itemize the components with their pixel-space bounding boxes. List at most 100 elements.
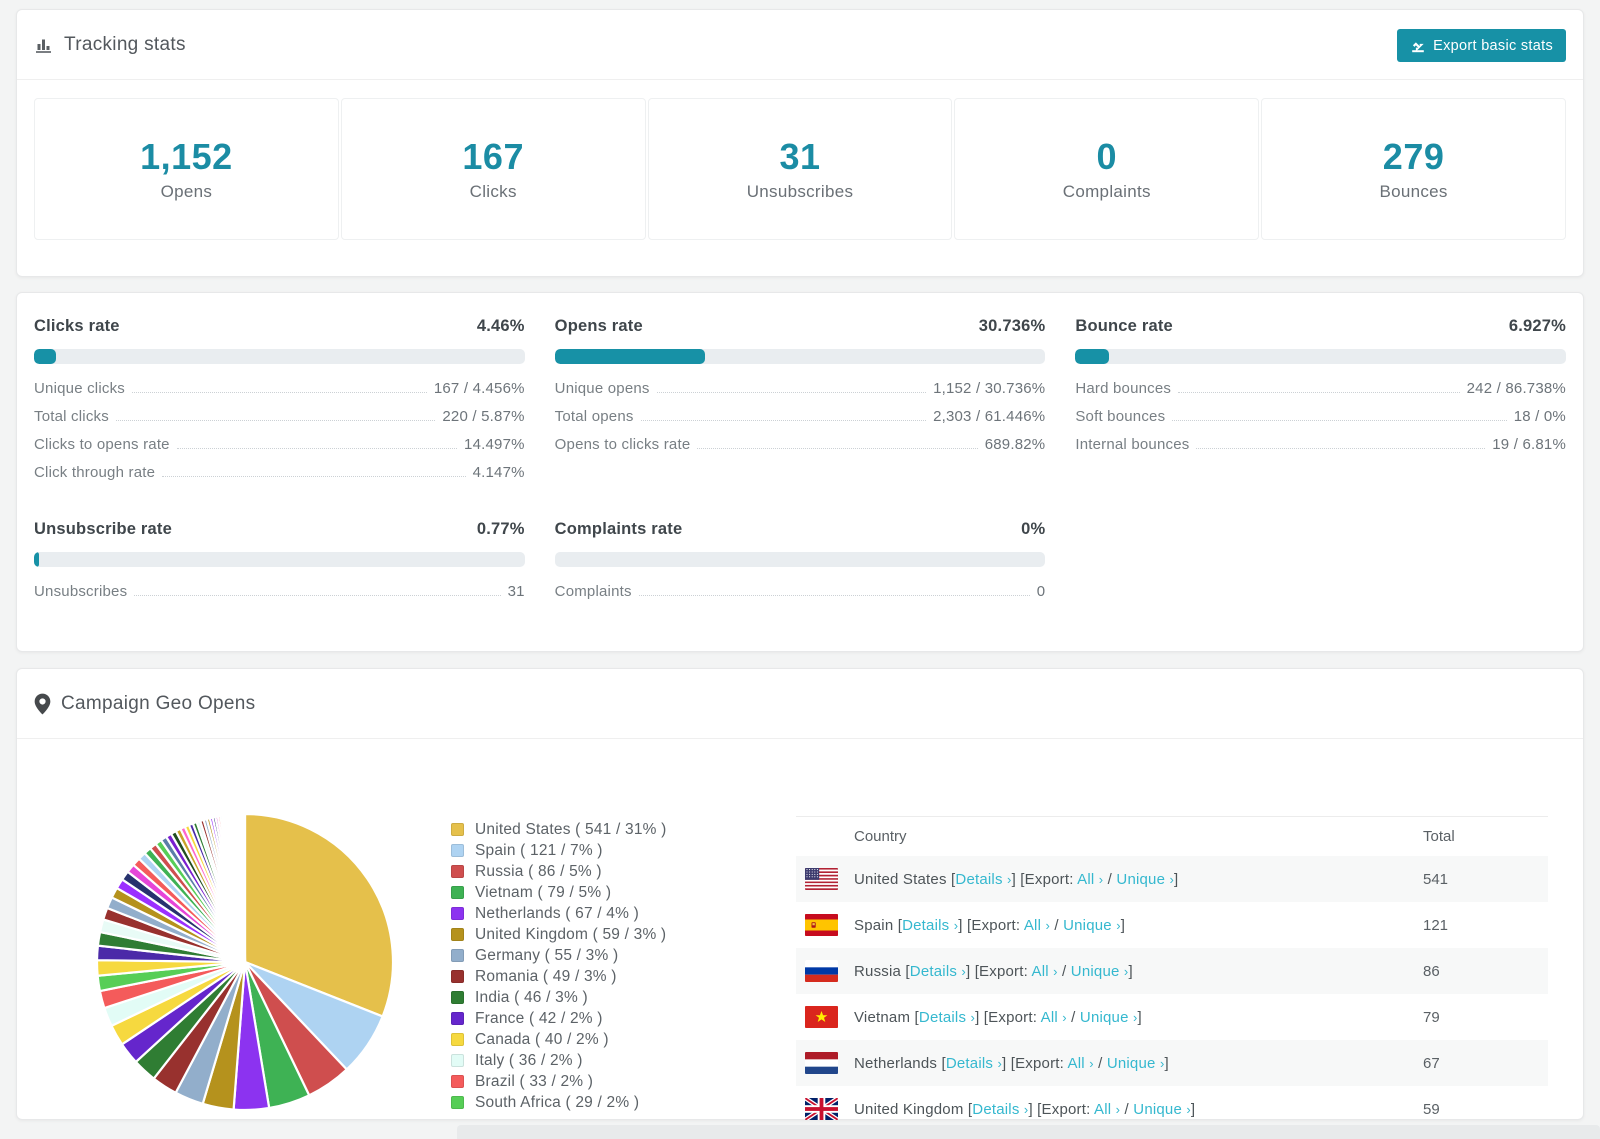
export-all-link[interactable]: All › xyxy=(1094,1101,1120,1118)
geo-table: Country Total United States [Details ›] [E… xyxy=(796,816,1548,1139)
stat-box-clicks: 167 Clicks xyxy=(340,98,646,240)
rate-detail-label: Total opens xyxy=(554,408,634,425)
rate-detail-label: Soft bounces xyxy=(1075,408,1166,425)
table-row-united-states: United States [Details ›] [Export: All ›… xyxy=(796,856,1548,902)
legend-swatch xyxy=(451,844,464,857)
details-link[interactable]: Details › xyxy=(902,917,958,934)
dotted-leader xyxy=(697,448,978,449)
stat-box-unsubscribes: 31 Unsubscribes xyxy=(647,98,953,240)
legend-label: Vietnam ( 79 / 5% ) xyxy=(475,883,612,901)
rate-progress-fill xyxy=(34,349,56,364)
export-basic-stats-button[interactable]: Export basic stats xyxy=(1397,29,1566,62)
gb-flag-icon xyxy=(805,1098,838,1120)
rate-progress-bar xyxy=(554,552,1046,567)
rate-detail-value: 0 xyxy=(1036,583,1046,600)
details-link[interactable]: Details › xyxy=(946,1055,1002,1072)
details-link[interactable]: Details › xyxy=(955,871,1011,888)
rate-detail-row: Internal bounces 19 / 6.81% xyxy=(1075,436,1566,464)
legend-label: United Kingdom ( 59 / 3% ) xyxy=(475,925,667,943)
rate-detail-label: Internal bounces xyxy=(1075,436,1190,453)
stat-box-bounces: 279 Bounces xyxy=(1261,98,1566,240)
rate-detail-row: Unsubscribes 31 xyxy=(34,583,525,611)
geo-content: United States ( 541 / 31% ) Spain ( 121 /… xyxy=(17,739,1583,1139)
legend-item-united-kingdom: United Kingdom ( 59 / 3% ) xyxy=(451,924,667,945)
rate-progress-fill xyxy=(34,552,40,567)
stat-box-complaints: 0 Complaints xyxy=(954,98,1260,240)
details-link[interactable]: Details › xyxy=(972,1101,1028,1118)
rate-detail-row: Total clicks 220 / 5.87% xyxy=(34,408,525,436)
dotted-leader xyxy=(176,448,458,449)
export-all-link[interactable]: All › xyxy=(1041,1009,1067,1026)
rate-detail-value: 4.147% xyxy=(472,464,525,481)
legend-label: Spain ( 121 / 7% ) xyxy=(475,841,603,859)
rate-detail-value: 220 / 5.87% xyxy=(442,408,525,425)
rate-detail-row: Hard bounces 242 / 86.738% xyxy=(1075,380,1566,408)
legend-item-romania: Romania ( 49 / 3% ) xyxy=(451,966,667,987)
rate-block-unsubscribe-rate: Unsubscribe rate 0.77% Unsubscribes 31 xyxy=(34,520,525,611)
rates-grid: Clicks rate 4.46% Unique clicks 167 / 4.456… xyxy=(17,293,1583,635)
country-name: Spain xyxy=(854,916,898,934)
total-cell: 67 xyxy=(1423,1054,1440,1072)
export-unique-link[interactable]: Unique › xyxy=(1063,917,1121,934)
rate-detail-row: Soft bounces 18 / 0% xyxy=(1075,408,1566,436)
rate-progress-fill xyxy=(1075,349,1110,364)
export-all-link[interactable]: All › xyxy=(1032,963,1058,980)
dotted-leader xyxy=(656,392,927,393)
country-cell: Vietnam [Details ›] [Export: All › / Uni… xyxy=(854,1008,1142,1026)
export-all-link[interactable]: All › xyxy=(1068,1055,1094,1072)
stat-value: 31 xyxy=(779,136,821,177)
nl-flag-icon xyxy=(805,1052,838,1074)
geo-pie-chart[interactable] xyxy=(94,811,396,1113)
rate-detail-row: Complaints 0 xyxy=(555,583,1046,611)
total-cell: 121 xyxy=(1423,916,1449,934)
rate-block-bounce-rate: Bounce rate 6.927% Hard bounces 242 / 86.73… xyxy=(1075,317,1566,492)
table-row-spain: Spain [Details ›] [Export: All › / Uniqu… xyxy=(796,902,1548,948)
rate-detail-row: Total opens 2,303 / 61.446% xyxy=(555,408,1046,436)
legend-swatch xyxy=(451,1096,464,1109)
export-all-link[interactable]: All › xyxy=(1024,917,1050,934)
bar-chart-icon xyxy=(34,35,54,55)
tracking-stats-header: Tracking stats Export basic stats xyxy=(17,10,1583,80)
legend-label: Canada ( 40 / 2% ) xyxy=(475,1030,609,1048)
details-link[interactable]: Details › xyxy=(919,1009,975,1026)
page-title: Tracking stats xyxy=(64,33,186,55)
dotted-leader xyxy=(1196,448,1486,449)
rate-detail-label: Opens to clicks rate xyxy=(554,436,691,453)
export-unique-link[interactable]: Unique › xyxy=(1107,1055,1165,1072)
export-unique-link[interactable]: Unique › xyxy=(1080,1009,1138,1026)
geo-title: Campaign Geo Opens xyxy=(61,692,256,714)
legend-label: United States ( 541 / 31% ) xyxy=(475,820,667,838)
rate-detail-label: Unique opens xyxy=(554,380,650,397)
rate-progress-bar xyxy=(554,349,1046,364)
vn-flag-icon xyxy=(805,1006,838,1028)
rate-detail-row: Clicks to opens rate 14.497% xyxy=(34,436,525,464)
total-cell: 79 xyxy=(1423,1008,1440,1026)
details-link[interactable]: Details › xyxy=(910,963,966,980)
dotted-leader xyxy=(162,476,466,477)
legend-swatch xyxy=(451,1054,464,1067)
legend-label: India ( 46 / 3% ) xyxy=(475,988,588,1006)
export-all-link[interactable]: All › xyxy=(1077,871,1103,888)
rate-title: Opens rate xyxy=(554,317,643,335)
country-name: Russia xyxy=(854,962,906,980)
rate-title: Unsubscribe rate xyxy=(34,520,172,538)
legend-swatch xyxy=(451,823,464,836)
legend-label: Germany ( 55 / 3% ) xyxy=(475,946,619,964)
legend-item-italy: Italy ( 36 / 2% ) xyxy=(451,1050,667,1071)
rate-title: Complaints rate xyxy=(554,520,683,538)
rate-detail-value: 31 xyxy=(507,583,525,600)
rate-detail-label: Unsubscribes xyxy=(34,583,128,600)
export-unique-link[interactable]: Unique › xyxy=(1116,871,1174,888)
rate-detail-label: Unique clicks xyxy=(34,380,125,397)
stat-value: 167 xyxy=(462,136,524,177)
pie-slice-other[interactable] xyxy=(243,812,247,963)
rate-detail-value: 2,303 / 61.446% xyxy=(933,408,1046,425)
next-section-edge xyxy=(457,1125,1600,1139)
rate-detail-label: Total clicks xyxy=(34,408,109,425)
legend-swatch xyxy=(451,886,464,899)
legend-label: Netherlands ( 67 / 4% ) xyxy=(475,904,639,922)
export-unique-link[interactable]: Unique › xyxy=(1071,963,1129,980)
export-unique-link[interactable]: Unique › xyxy=(1133,1101,1191,1118)
rate-value: 0% xyxy=(1021,520,1046,538)
legend-item-united-states: United States ( 541 / 31% ) xyxy=(451,819,667,840)
